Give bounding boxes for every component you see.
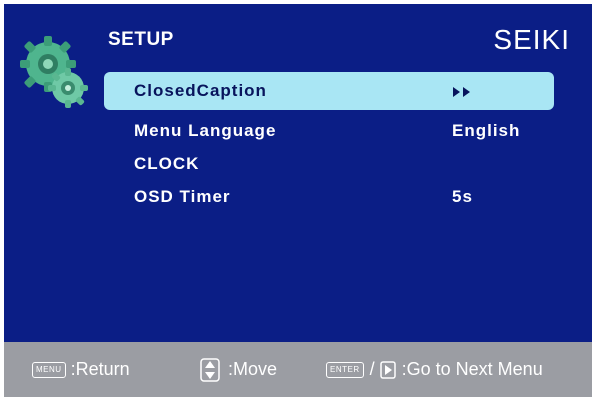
play-icon <box>379 360 396 379</box>
gear-icon <box>18 34 102 118</box>
double-play-arrows-icon <box>453 87 470 97</box>
menu-item-value: English <box>452 121 521 140</box>
navigation-hint-bar: MENU :Return :Move ENTER / :Go to Next M… <box>4 342 592 397</box>
menu-item-label: OSD Timer <box>134 187 231 206</box>
brand-logo: SEIKI <box>493 24 570 55</box>
setup-menu-list: ClosedCaption Menu Language English CLOC… <box>104 72 554 213</box>
move-hint-label: :Move <box>228 359 278 379</box>
menu-item-osd-timer[interactable]: OSD Timer 5s <box>104 180 554 213</box>
menu-item-label: Menu Language <box>134 121 277 140</box>
menu-item-menu-language[interactable]: Menu Language English <box>104 114 554 147</box>
osd-screen: SETUP SEIKI ClosedCaption Menu Language … <box>4 4 592 397</box>
separator-slash: / <box>369 359 375 379</box>
return-hint-label: :Return <box>70 359 130 379</box>
menu-item-value: 5s <box>452 187 473 206</box>
page-title: SETUP <box>108 29 174 50</box>
next-menu-hint-label: :Go to Next Menu <box>401 359 543 379</box>
menu-item-clock[interactable]: CLOCK <box>104 147 554 180</box>
menu-item-closed-caption[interactable]: ClosedCaption <box>104 72 554 110</box>
return-hint: MENU :Return <box>32 342 130 397</box>
menu-item-label: ClosedCaption <box>134 81 267 100</box>
up-down-icon <box>200 357 220 382</box>
enter-key-icon: ENTER <box>326 361 364 378</box>
next-menu-hint: ENTER / :Go to Next Menu <box>326 342 543 397</box>
move-hint: :Move <box>200 342 277 397</box>
menu-item-label: CLOCK <box>134 154 200 173</box>
setup-menu-panel: SETUP SEIKI ClosedCaption Menu Language … <box>4 4 592 342</box>
menu-key-icon: MENU <box>32 361 66 378</box>
